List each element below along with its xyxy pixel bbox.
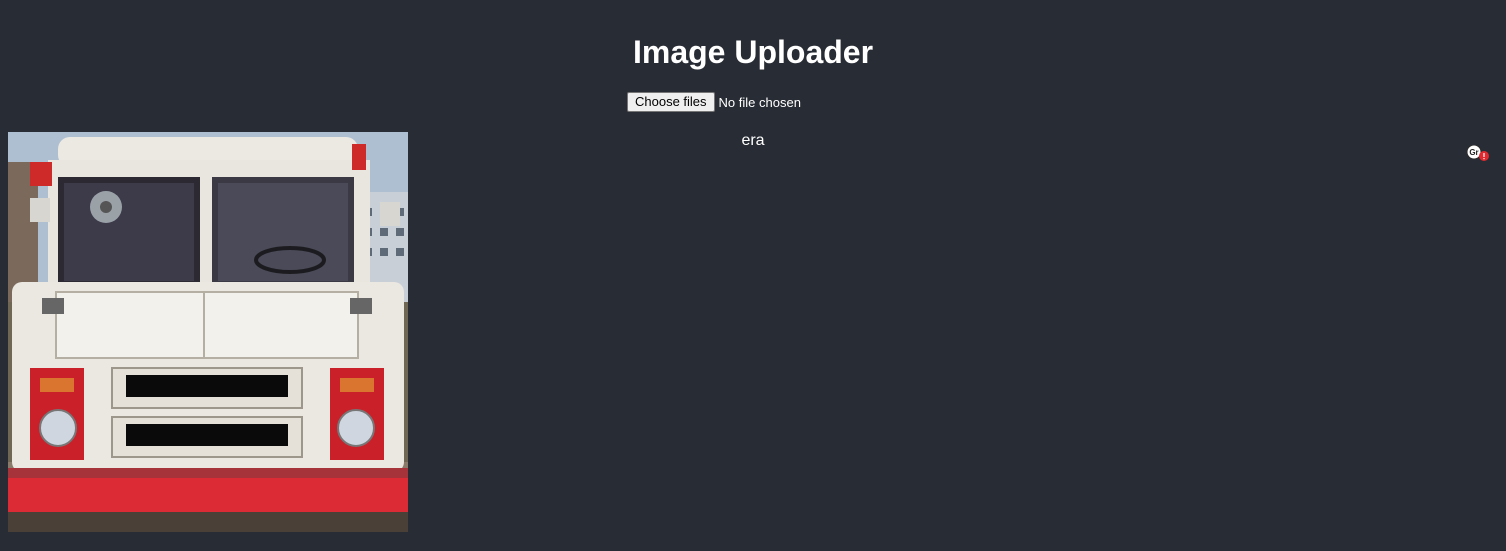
page-title: Image Uploader <box>632 34 874 70</box>
file-input[interactable]: Choose files No file chosen <box>627 92 801 112</box>
file-status-text: No file chosen <box>718 94 801 110</box>
truck-photo-illustration <box>8 132 408 532</box>
extension-badge-text: Gr <box>1469 148 1478 157</box>
image-caption: era <box>741 132 765 149</box>
grammarly-extension-icon[interactable]: Gr <box>1466 144 1490 163</box>
uploaded-image <box>8 132 408 532</box>
choose-files-button[interactable]: Choose files <box>627 92 715 112</box>
